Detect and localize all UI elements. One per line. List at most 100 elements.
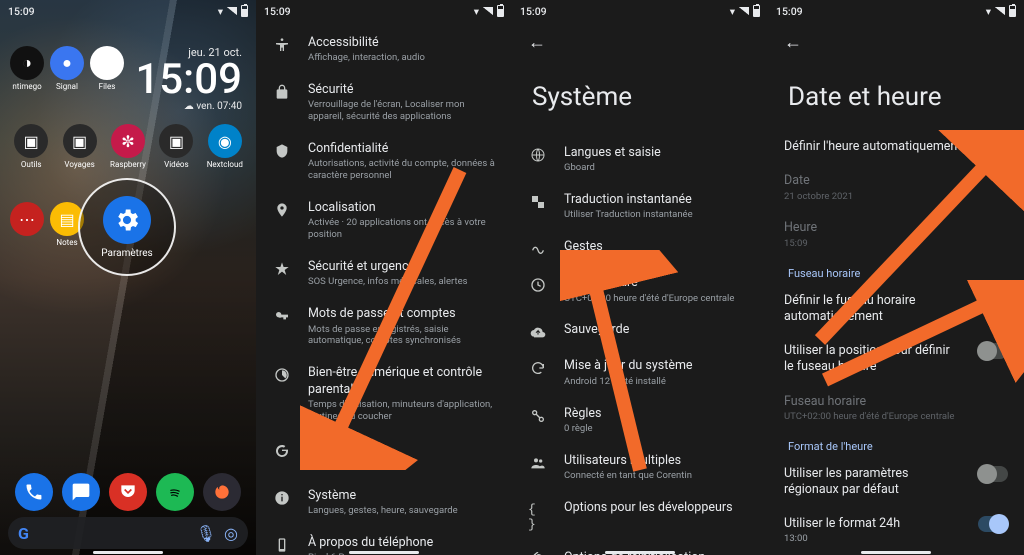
- google-search-bar[interactable]: G 🎙 ◎: [8, 517, 248, 549]
- use-location-label: Utiliser la position pour définir le fus…: [784, 343, 962, 376]
- item-title: Bien-être numérique et contrôle parental: [308, 365, 496, 398]
- item-sub: Affichage, interaction, audio: [308, 52, 496, 64]
- system-item-update[interactable]: Mise à jour du systèmeAndroid 12 a été i…: [512, 349, 768, 396]
- dock-app-pocket[interactable]: [109, 473, 147, 511]
- settings-item-accessibility[interactable]: AccessibilitéAffichage, interaction, aud…: [256, 26, 512, 73]
- item-sub: Langues, gestes, heure, sauvegarde: [308, 505, 496, 517]
- app-icon: ●: [50, 46, 84, 80]
- settings-item-google[interactable]: GoogleServices et préférences: [256, 432, 512, 479]
- signal-icon: [995, 7, 1005, 15]
- datetime-screen: 15:09 ▾ ← Date et heure Définir l'heure …: [768, 0, 1024, 555]
- google-logo: G: [18, 524, 29, 543]
- nav-bar[interactable]: [256, 551, 512, 555]
- auto-tz-label: Définir le fuseau horaire automatiquemen…: [784, 293, 962, 326]
- item-title: Google: [308, 441, 496, 457]
- settings-item-info[interactable]: SystèmeLangues, gestes, heure, sauvegard…: [256, 479, 512, 526]
- use-location-row[interactable]: Utiliser la position pour définir le fus…: [768, 334, 1024, 385]
- app-icon: ◑: [10, 46, 44, 80]
- system-list: Langues et saisieGboardTraduction instan…: [512, 136, 768, 555]
- auto-time-label: Définir l'heure automatiquement: [784, 139, 962, 155]
- app-label: Vidéos: [164, 160, 188, 169]
- use-24h-toggle[interactable]: [978, 516, 1008, 532]
- app-label: Raspberry: [110, 160, 146, 169]
- dock-app-call[interactable]: [15, 473, 53, 511]
- app-label: Voyages: [64, 160, 94, 169]
- nav-bar[interactable]: [768, 551, 1024, 555]
- status-bar: 15:09 ▾: [512, 0, 768, 20]
- app-Nextcloud[interactable]: ◉Nextcloud: [204, 124, 246, 169]
- status-bar: 15:09 ▾: [256, 0, 512, 20]
- settings-item-pin[interactable]: LocalisationActivée · 20 applications on…: [256, 191, 512, 250]
- wifi-icon: ▾: [218, 5, 223, 18]
- gesture-icon: [528, 241, 548, 257]
- page-title: Système: [512, 64, 768, 136]
- app-Signal[interactable]: ● Signal: [50, 46, 84, 91]
- app-Voyages[interactable]: ▣Voyages: [58, 124, 100, 169]
- app-Raspberry[interactable]: ✼Raspberry: [107, 124, 149, 169]
- dock-app-spot[interactable]: [156, 473, 194, 511]
- date-value: 21 octobre 2021: [784, 191, 1008, 203]
- app-label: Signal: [56, 82, 78, 91]
- settings-item-shield[interactable]: ConfidentialitéAutorisations, activité d…: [256, 132, 512, 191]
- app-ntimego[interactable]: ◑ntimego: [10, 46, 44, 91]
- app-grid-row2: ▣Outils▣Voyages✼Raspberry ▣ Vidéos ◉Nextclo…: [10, 124, 246, 169]
- status-clock: 15:09: [8, 5, 35, 18]
- item-title: Accessibilité: [308, 35, 496, 51]
- home-screen: 15:09 ▾ jeu. 21 oct. 15:09 ☁ ven. 07:40 …: [0, 0, 256, 555]
- settings-screen: 15:09 ▾ AccessibilitéAffichage, interact…: [256, 0, 512, 555]
- settings-app-highlight[interactable]: Paramètres: [78, 178, 176, 276]
- system-item-users[interactable]: Utilisateurs multiplesConnecté en tant q…: [512, 444, 768, 491]
- nav-bar[interactable]: [0, 551, 256, 555]
- settings-item-star[interactable]: Sécurité et urgencesSOS Urgence, infos m…: [256, 250, 512, 297]
- app-Vidéos[interactable]: ▣ Vidéos: [155, 124, 197, 169]
- system-item-gesture[interactable]: Gestes: [512, 230, 768, 266]
- app-icon: ▣: [159, 124, 193, 158]
- app-label: Nextcloud: [207, 160, 243, 169]
- item-title: Mots de passe et comptes: [308, 306, 496, 322]
- item-title: Sécurité: [308, 82, 496, 98]
- app-icon: ▦: [90, 46, 124, 80]
- wifi-icon: ▾: [730, 5, 735, 18]
- system-item-clock[interactable]: Date et heureUTC+02:00 heure d'été d'Eur…: [512, 266, 768, 313]
- settings-item-wellbeing[interactable]: Bien-être numérique et contrôle parental…: [256, 356, 512, 431]
- auto-time-toggle[interactable]: [978, 139, 1008, 155]
- settings-item-lock[interactable]: SécuritéVerrouillage de l'écran, Localis…: [256, 73, 512, 132]
- back-icon[interactable]: ←: [528, 32, 546, 53]
- status-bar: 15:09 ▾: [768, 0, 1024, 20]
- system-item-translate[interactable]: Traduction instantanéeUtiliser Traductio…: [512, 183, 768, 230]
- back-icon[interactable]: ←: [784, 32, 802, 53]
- item-title: Mise à jour du système: [564, 358, 752, 374]
- translate-icon: [528, 194, 548, 210]
- auto-tz-row[interactable]: Définir le fuseau horaire automatiquemen…: [768, 284, 1024, 335]
- use-location-toggle[interactable]: [978, 343, 1008, 359]
- app-Files[interactable]: ▦ Files: [90, 46, 124, 91]
- wellbeing-icon: [272, 367, 292, 383]
- wifi-icon: ▾: [986, 5, 991, 18]
- nav-bar[interactable]: [512, 551, 768, 555]
- item-title: Règles: [564, 406, 752, 422]
- item-sub: SOS Urgence, infos médicales, alertes: [308, 276, 496, 288]
- dock-app-chat[interactable]: [62, 473, 100, 511]
- app-icon[interactable]: ⋯: [10, 202, 44, 247]
- auto-tz-toggle[interactable]: [978, 293, 1008, 309]
- system-item-backup[interactable]: Sauvegarde: [512, 313, 768, 349]
- use-regional-toggle[interactable]: [978, 466, 1008, 482]
- auto-time-row[interactable]: Définir l'heure automatiquement: [768, 130, 1024, 164]
- use-regional-row[interactable]: Utiliser les paramètres régionaux par dé…: [768, 457, 1024, 508]
- battery-icon: [497, 5, 504, 17]
- system-item-braces[interactable]: { }Options pour les développeurs: [512, 491, 768, 541]
- lens-icon[interactable]: ◎: [224, 524, 238, 543]
- mic-icon[interactable]: 🎙: [196, 524, 216, 543]
- signal-icon: [227, 7, 237, 15]
- system-item-globe[interactable]: Langues et saisieGboard: [512, 136, 768, 183]
- system-item-rules[interactable]: Règles0 règle: [512, 397, 768, 444]
- battery-icon: [1009, 5, 1016, 17]
- settings-item-key[interactable]: Mots de passe et comptesMots de passe en…: [256, 297, 512, 356]
- use-24h-row[interactable]: Utiliser le format 24h13:00: [768, 507, 1024, 554]
- dock-app-fox[interactable]: [203, 473, 241, 511]
- app-Outils[interactable]: ▣Outils: [10, 124, 52, 169]
- app-label: Files: [99, 82, 116, 91]
- item-title: Localisation: [308, 200, 496, 216]
- users-icon: [528, 455, 548, 471]
- pin-icon: [272, 202, 292, 218]
